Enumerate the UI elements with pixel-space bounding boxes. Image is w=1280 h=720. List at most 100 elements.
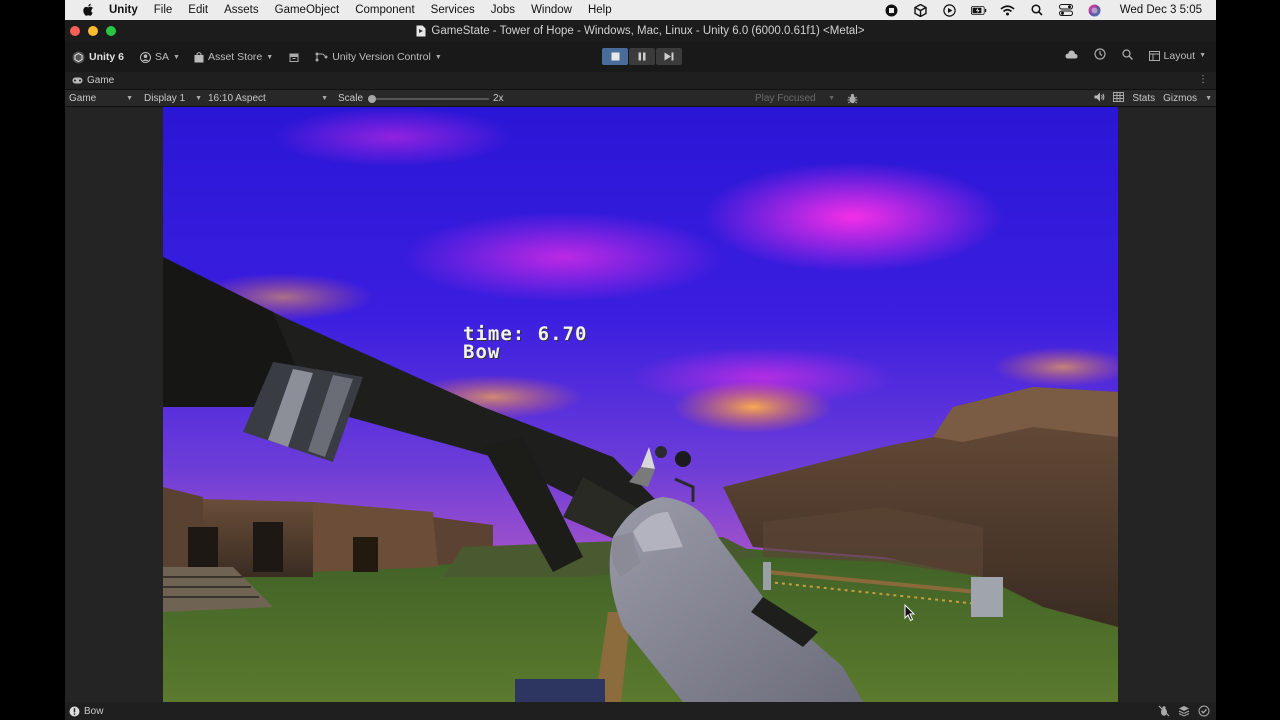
play-mode-dropdown[interactable]: Play Focused ▼ [751,90,839,107]
zoom-window-button[interactable] [106,26,116,36]
scale-value: 2x [493,93,504,104]
main-toolbar: Unity 6 SA ▼ Asset Store ▼ Unity Version… [65,42,1216,72]
toolbar-right: Layout ▼ [1065,48,1206,63]
record-stop-icon[interactable] [884,3,900,17]
asset-store-label: Asset Store [207,51,263,63]
aspect-label: 16:10 Aspect [208,93,266,104]
account-label: SA [155,51,170,63]
version-control-dropdown[interactable]: Unity Version Control ▼ [315,51,442,63]
minimize-window-button[interactable] [88,26,98,36]
play-controls [602,48,682,65]
siri-icon[interactable] [1087,3,1103,17]
mouse-cursor-icon [904,604,916,622]
gizmos-button[interactable]: Gizmos [1163,93,1197,104]
game-scene-render [163,107,1118,702]
version-control-label: Unity Version Control [332,51,431,63]
step-forward-icon [664,52,674,61]
tab-game[interactable]: Game [72,75,114,86]
chevron-down-icon: ▼ [195,95,202,102]
game-tab-bar: Game ⋮ [65,72,1216,90]
shopping-bag-icon [194,51,204,62]
debug-mode-icon[interactable] [1158,705,1170,720]
menu-edit[interactable]: Edit [188,4,208,16]
menu-file[interactable]: File [154,4,173,16]
chevron-down-icon: ▼ [126,95,133,102]
view-mode-dropdown[interactable]: Game ▼ [65,90,137,107]
layers-icon[interactable] [1178,705,1190,720]
menu-gameobject[interactable]: GameObject [275,4,340,16]
grid-icon[interactable] [1113,92,1125,105]
history-icon[interactable] [1093,48,1106,63]
window-title: GameState - Tower of Hope - Windows, Mac… [431,25,865,37]
cloud-icon[interactable] [1065,50,1078,62]
tab-options-icon[interactable]: ⋮ [1198,75,1208,85]
menubar-clock[interactable]: Wed Dec 3 5:05 [1120,4,1202,16]
unity-logo-icon[interactable] [913,3,929,17]
branch-icon [315,52,328,62]
unity-account-button[interactable]: Unity 6 [72,51,124,64]
status-right [1158,705,1210,720]
menu-window[interactable]: Window [531,4,572,16]
stats-button[interactable]: Stats [1132,93,1155,104]
apple-icon[interactable] [81,3,95,17]
close-window-button[interactable] [70,26,80,36]
status-bar: Bow [65,702,1216,720]
layout-label: Layout [1163,49,1196,62]
package-button[interactable] [289,53,299,62]
gamepad-icon [72,77,83,84]
unity-editor-window: GameState - Tower of Hope - Windows, Mac… [65,20,1216,720]
chevron-down-icon: ▼ [321,95,328,102]
spotlight-search-icon[interactable] [1029,3,1045,17]
game-hud: time: 6.70 Bow [463,325,587,363]
wifi-icon[interactable] [1000,3,1016,17]
unity-version-label: Unity 6 [89,51,125,63]
display-label: Display 1 [144,93,186,104]
aspect-dropdown[interactable]: 16:10 Aspect ▼ [204,90,332,107]
display-dropdown[interactable]: Display 1 ▼ [140,90,206,107]
asset-store-dropdown[interactable]: Asset Store ▼ [194,51,273,63]
menu-component[interactable]: Component [355,4,414,16]
right-letterbox [1216,0,1280,720]
menu-jobs[interactable]: Jobs [491,4,515,16]
game-view-toolbar-right: Stats Gizmos ▼ [1094,90,1212,107]
scale-slider-track[interactable] [371,98,489,100]
step-button[interactable] [656,48,682,65]
media-play-icon[interactable] [942,3,958,17]
status-message: Bow [84,705,104,717]
menu-help[interactable]: Help [588,4,612,16]
info-icon [69,706,80,716]
view-mode-label: Game [69,93,97,104]
game-view-toolbar: Game ▼ Display 1 ▼ 16:10 Aspect ▼ Scale … [65,90,1216,107]
document-icon [416,25,426,37]
checkmark-icon[interactable] [1198,705,1210,720]
chevron-down-icon: ▼ [1199,52,1206,59]
console-status[interactable]: Bow [69,706,103,717]
stop-play-button[interactable] [602,48,628,65]
unity-cube-icon [72,51,85,63]
audio-mute-icon[interactable] [1094,92,1105,105]
chevron-down-icon: ▼ [173,53,180,61]
window-title-bar[interactable]: GameState - Tower of Hope - Windows, Mac… [65,20,1216,42]
chevron-down-icon: ▼ [828,95,835,102]
scale-slider-thumb[interactable] [368,95,376,103]
chevron-down-icon: ▼ [434,53,442,61]
battery-icon[interactable] [970,3,987,17]
macos-menu-bar: Unity File Edit Assets GameObject Compon… [65,0,1216,20]
debug-bug-icon[interactable] [843,90,862,107]
menu-assets[interactable]: Assets [224,4,259,16]
scale-label: Scale [338,93,364,104]
layout-dropdown[interactable]: Layout ▼ [1148,49,1206,62]
box-icon [289,53,299,62]
pause-button[interactable] [629,48,655,65]
menu-services[interactable]: Services [431,4,475,16]
layout-icon [1148,50,1160,61]
game-viewport[interactable]: time: 6.70 Bow [163,107,1118,702]
menu-unity[interactable]: Unity [109,4,138,16]
account-dropdown[interactable]: SA ▼ [140,51,180,63]
control-center-icon[interactable] [1058,3,1074,17]
hud-weapon: Bow [463,341,501,363]
search-icon[interactable] [1121,48,1133,63]
left-letterbox [0,0,65,720]
gizmos-chevron-down-icon[interactable]: ▼ [1205,95,1212,102]
play-mode-label: Play Focused [755,93,816,104]
